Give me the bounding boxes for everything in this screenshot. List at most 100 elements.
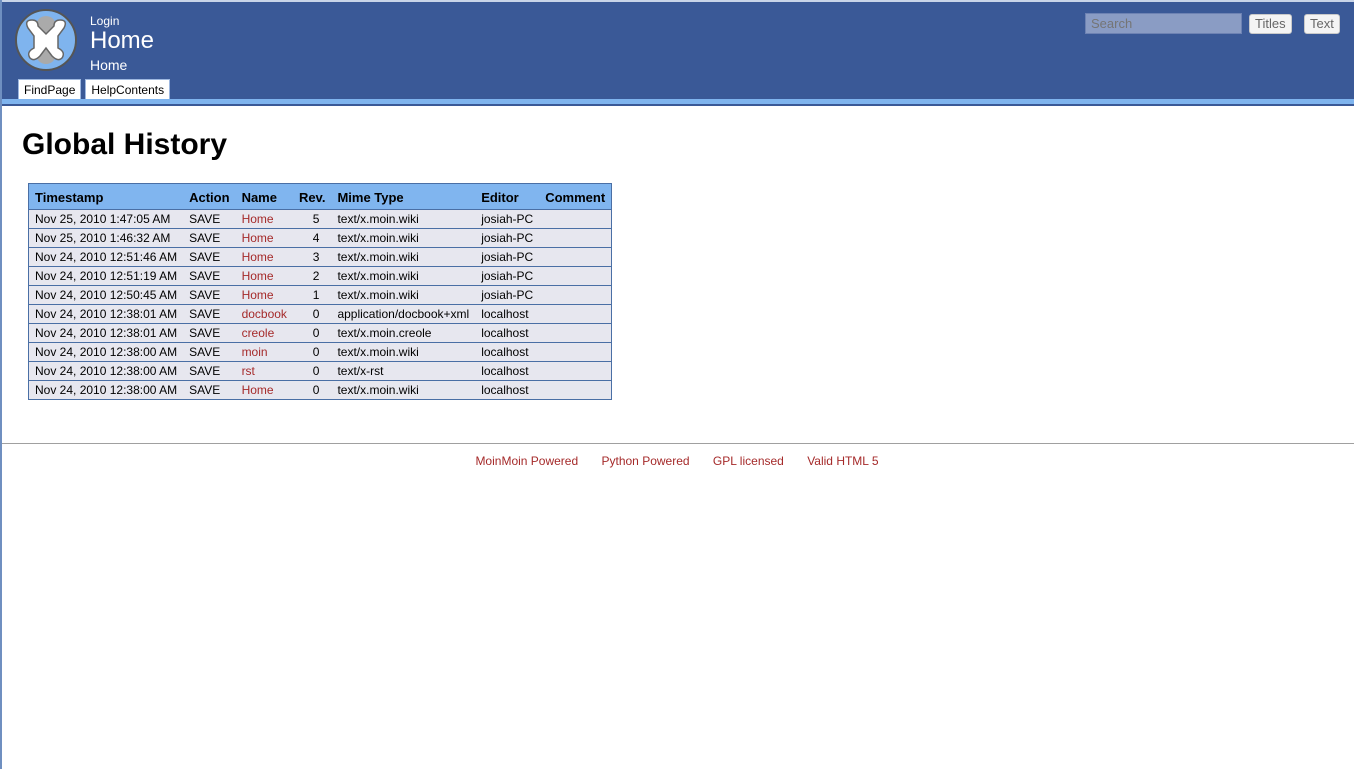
table-row: Nov 24, 2010 12:50:45 AM SAVE Home 1 text/x.… — [28, 285, 612, 305]
cell-comment — [539, 342, 612, 362]
cell-action: SAVE — [183, 380, 236, 400]
cell-timestamp: Nov 24, 2010 12:38:00 AM — [28, 361, 184, 381]
cell-name: Home — [235, 285, 293, 305]
site-title[interactable]: Home — [90, 27, 154, 55]
cell-mime-type: text/x.moin.wiki — [331, 228, 476, 248]
cell-rev: 5 — [292, 209, 332, 229]
cell-rev: 0 — [292, 304, 332, 324]
cell-editor: localhost — [475, 342, 540, 362]
item-name-link[interactable]: docbook — [242, 307, 287, 321]
table-row: Nov 24, 2010 12:38:01 AM SAVE docbook 0 appl… — [28, 304, 612, 324]
cell-rev: 0 — [292, 342, 332, 362]
cell-comment — [539, 247, 612, 267]
cell-mime-type: text/x.moin.wiki — [331, 342, 476, 362]
footer-link-html5[interactable]: Valid HTML 5 — [807, 454, 878, 468]
cell-mime-type: application/docbook+xml — [331, 304, 476, 324]
table-row: Nov 25, 2010 1:46:32 AM SAVE Home 4 text/x.m… — [28, 228, 612, 248]
cell-timestamp: Nov 24, 2010 12:38:01 AM — [28, 304, 184, 324]
cell-name: Home — [235, 266, 293, 286]
item-name-link[interactable]: Home — [242, 212, 274, 226]
cell-mime-type: text/x.moin.wiki — [331, 209, 476, 229]
item-name-link[interactable]: Home — [242, 269, 274, 283]
cell-mime-type: text/x.moin.wiki — [331, 266, 476, 286]
cell-action: SAVE — [183, 228, 236, 248]
cell-comment — [539, 304, 612, 324]
cell-editor: localhost — [475, 361, 540, 381]
cell-name: rst — [235, 361, 293, 381]
login-link[interactable]: Login — [90, 14, 119, 28]
history-table: Timestamp Action Name Rev. Mime Type Edi… — [28, 183, 613, 400]
item-name-link[interactable]: rst — [242, 364, 255, 378]
moinmoin-logo-icon[interactable] — [14, 8, 78, 72]
item-name-link[interactable]: Home — [242, 288, 274, 302]
table-row: Nov 24, 2010 12:51:46 AM SAVE Home 3 text/x.… — [28, 247, 612, 267]
header-stripe — [2, 99, 1354, 106]
cell-timestamp: Nov 24, 2010 12:38:01 AM — [28, 323, 184, 343]
col-name: Name — [235, 183, 293, 210]
cell-editor: josiah-PC — [475, 247, 540, 267]
cell-comment — [539, 228, 612, 248]
footer-link-python[interactable]: Python Powered — [602, 454, 690, 468]
col-mime-type: Mime Type — [331, 183, 476, 210]
cell-name: creole — [235, 323, 293, 343]
cell-rev: 0 — [292, 361, 332, 381]
cell-action: SAVE — [183, 285, 236, 305]
cell-timestamp: Nov 24, 2010 12:51:19 AM — [28, 266, 184, 286]
table-row: Nov 24, 2010 12:38:00 AM SAVE rst 0 text/x-r… — [28, 361, 612, 381]
footer-divider — [2, 443, 1354, 444]
cell-editor: josiah-PC — [475, 228, 540, 248]
cell-action: SAVE — [183, 304, 236, 324]
table-header-row: Timestamp Action Name Rev. Mime Type Edi… — [28, 183, 612, 210]
page-title: Global History — [22, 128, 228, 161]
cell-mime-type: text/x.moin.wiki — [331, 247, 476, 267]
item-name-link[interactable]: Home — [242, 231, 274, 245]
cell-action: SAVE — [183, 266, 236, 286]
col-comment: Comment — [539, 183, 612, 210]
cell-mime-type: text/x.moin.creole — [331, 323, 476, 343]
cell-timestamp: Nov 25, 2010 1:47:05 AM — [28, 209, 184, 229]
cell-rev: 1 — [292, 285, 332, 305]
titles-search-button[interactable]: Titles — [1249, 14, 1292, 34]
item-name-link[interactable]: Home — [242, 383, 274, 397]
cell-editor: localhost — [475, 323, 540, 343]
cell-editor: josiah-PC — [475, 285, 540, 305]
item-name-link[interactable]: moin — [242, 345, 268, 359]
cell-action: SAVE — [183, 323, 236, 343]
cell-rev: 0 — [292, 323, 332, 343]
cell-timestamp: Nov 24, 2010 12:38:00 AM — [28, 380, 184, 400]
col-rev: Rev. — [292, 183, 332, 210]
cell-name: moin — [235, 342, 293, 362]
cell-name: Home — [235, 247, 293, 267]
text-search-button[interactable]: Text — [1304, 14, 1340, 34]
window-frame-left — [0, 0, 2, 769]
cell-comment — [539, 285, 612, 305]
cell-comment — [539, 209, 612, 229]
table-row: Nov 24, 2010 12:38:00 AM SAVE Home 0 text/x.… — [28, 380, 612, 400]
cell-editor: localhost — [475, 304, 540, 324]
cell-comment — [539, 323, 612, 343]
table-row: Nov 24, 2010 12:38:00 AM SAVE moin 0 text/x.… — [28, 342, 612, 362]
cell-name: docbook — [235, 304, 293, 324]
item-name-link[interactable]: Home — [242, 250, 274, 264]
col-editor: Editor — [475, 183, 540, 210]
cell-action: SAVE — [183, 247, 236, 267]
cell-editor: localhost — [475, 380, 540, 400]
footer-link-gpl[interactable]: GPL licensed — [713, 454, 784, 468]
cell-name: Home — [235, 380, 293, 400]
cell-comment — [539, 380, 612, 400]
footer-link-moinmoin[interactable]: MoinMoin Powered — [475, 454, 578, 468]
cell-editor: josiah-PC — [475, 266, 540, 286]
cell-rev: 4 — [292, 228, 332, 248]
cell-action: SAVE — [183, 342, 236, 362]
search-input[interactable] — [1085, 13, 1242, 34]
item-name-link[interactable]: creole — [242, 326, 275, 340]
cell-name: Home — [235, 209, 293, 229]
cell-timestamp: Nov 25, 2010 1:46:32 AM — [28, 228, 184, 248]
cell-action: SAVE — [183, 209, 236, 229]
page-location[interactable]: Home — [90, 57, 127, 73]
cell-timestamp: Nov 24, 2010 12:38:00 AM — [28, 342, 184, 362]
footer: MoinMoin Powered Python Powered GPL lice… — [0, 454, 1354, 468]
table-row: Nov 24, 2010 12:51:19 AM SAVE Home 2 text/x.… — [28, 266, 612, 286]
table-row: Nov 25, 2010 1:47:05 AM SAVE Home 5 text/x.m… — [28, 209, 612, 229]
cell-timestamp: Nov 24, 2010 12:50:45 AM — [28, 285, 184, 305]
